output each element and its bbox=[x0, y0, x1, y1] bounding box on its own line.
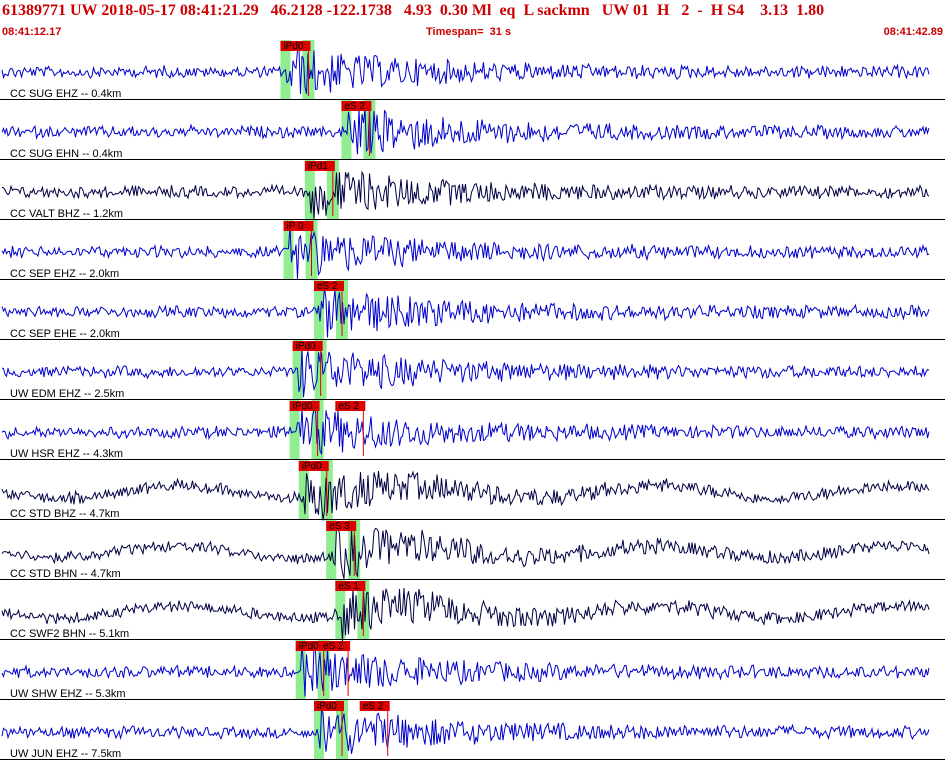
pick-label-text: iPd0 bbox=[302, 461, 322, 472]
pick-label-text: eS 2 bbox=[344, 101, 365, 112]
trace-station-label: CC SUG EHZ -- 0.4km bbox=[10, 88, 121, 100]
waveform-line bbox=[1, 49, 930, 95]
trace-row[interactable]: eS 2 CC SUG EHN -- 0.4km bbox=[0, 100, 945, 160]
waveform-line bbox=[1, 708, 930, 754]
trace-station-label: UW JUN EHZ -- 7.5km bbox=[10, 748, 121, 760]
waveform-line bbox=[1, 347, 930, 398]
trace-station-label: CC SEP EHZ -- 2.0km bbox=[10, 268, 119, 280]
trace-station-label: CC SEP EHE -- 2.0km bbox=[10, 328, 120, 340]
pick-label-text: eS 2 bbox=[323, 641, 344, 652]
trace-row[interactable]: eS 2 CC SEP EHE -- 2.0km bbox=[0, 280, 945, 340]
event-header: 61389771 UW 2018-05-17 08:41:21.29 46.21… bbox=[0, 0, 945, 40]
trace-row[interactable]: iPd0 UW EDM EHZ -- 2.5km bbox=[0, 340, 945, 400]
trace-row[interactable]: iPd0 CC STD BHZ -- 4.7km bbox=[0, 460, 945, 521]
waveform-line bbox=[1, 587, 930, 642]
trace-row[interactable]: iPd0 eS 2 UW JUN EHZ -- 7.5km bbox=[0, 700, 945, 760]
trace-row[interactable]: eS 3 CC STD BHN -- 4.7km bbox=[0, 520, 945, 580]
pick-label-text: iPd0 bbox=[296, 341, 316, 352]
waveform-line bbox=[1, 407, 930, 456]
seismogram-traces-svg[interactable]: iPd0 CC SUG EHZ -- 0.4km eS 2 CC SUG EHN --… bbox=[0, 40, 945, 760]
waveform-line bbox=[1, 170, 930, 219]
start-time-label: 08:41:12.17 bbox=[2, 26, 62, 38]
pick-label-text: iPd0 bbox=[283, 41, 303, 52]
timespan-label: Timespan= 31 s bbox=[426, 26, 512, 38]
pick-label-text: iPd1 bbox=[308, 161, 328, 172]
trace-station-label: UW EDM EHZ -- 2.5km bbox=[10, 388, 124, 400]
end-time-label: 08:41:42.89 bbox=[883, 26, 943, 38]
seismogram-trace-panel[interactable]: iPd0 CC SUG EHZ -- 0.4km eS 2 CC SUG EHN --… bbox=[0, 40, 945, 760]
trace-row[interactable]: iPd0 CC SUG EHZ -- 0.4km bbox=[0, 40, 945, 100]
trace-row[interactable]: iPd1 CC VALT BHZ -- 1.2km bbox=[0, 160, 945, 220]
pick-label-text: eS 3 bbox=[329, 521, 350, 532]
trace-station-label: CC SUG EHN -- 0.4km bbox=[10, 148, 122, 160]
trace-row[interactable]: iP 0 CC SEP EHZ -- 2.0km bbox=[0, 220, 945, 280]
waveform-line bbox=[1, 526, 930, 580]
waveform-line bbox=[1, 286, 930, 338]
pick-label-text: iPd0 bbox=[293, 401, 313, 412]
pick-label-text: iP 0 bbox=[287, 221, 304, 232]
trace-station-label: CC SWF2 BHN -- 5.1km bbox=[10, 628, 129, 640]
waveform-line bbox=[1, 225, 930, 279]
trace-station-label: UW SHW EHZ -- 5.3km bbox=[10, 688, 126, 700]
pick-label-text: eS 2 bbox=[317, 281, 338, 292]
pick-label-text: eS 1 bbox=[338, 581, 359, 592]
trace-row[interactable]: iPd0 eS 2 UW SHW EHZ -- 5.3km bbox=[0, 640, 945, 700]
waveform-line bbox=[1, 470, 930, 521]
pick-label-text: eS 2 bbox=[363, 701, 384, 712]
trace-row[interactable]: eS 1 CC SWF2 BHN -- 5.1km bbox=[0, 580, 945, 642]
trace-station-label: CC STD BHN -- 4.7km bbox=[10, 568, 121, 580]
waveform-line bbox=[1, 644, 930, 697]
pick-label-text: iPd0 bbox=[317, 701, 337, 712]
trace-row[interactable]: iPd0 eS 2 UW HSR EHZ -- 4.3km bbox=[0, 400, 945, 460]
trace-station-label: CC VALT BHZ -- 1.2km bbox=[10, 208, 123, 220]
waveform-line bbox=[1, 108, 930, 155]
pick-label-text: eS 2 bbox=[338, 401, 359, 412]
pick-label-text: iPd0 bbox=[299, 641, 319, 652]
trace-station-label: CC STD BHZ -- 4.7km bbox=[10, 508, 119, 520]
trace-station-label: UW HSR EHZ -- 4.3km bbox=[10, 448, 123, 460]
event-summary-title: 61389771 UW 2018-05-17 08:41:21.29 46.21… bbox=[2, 2, 825, 19]
